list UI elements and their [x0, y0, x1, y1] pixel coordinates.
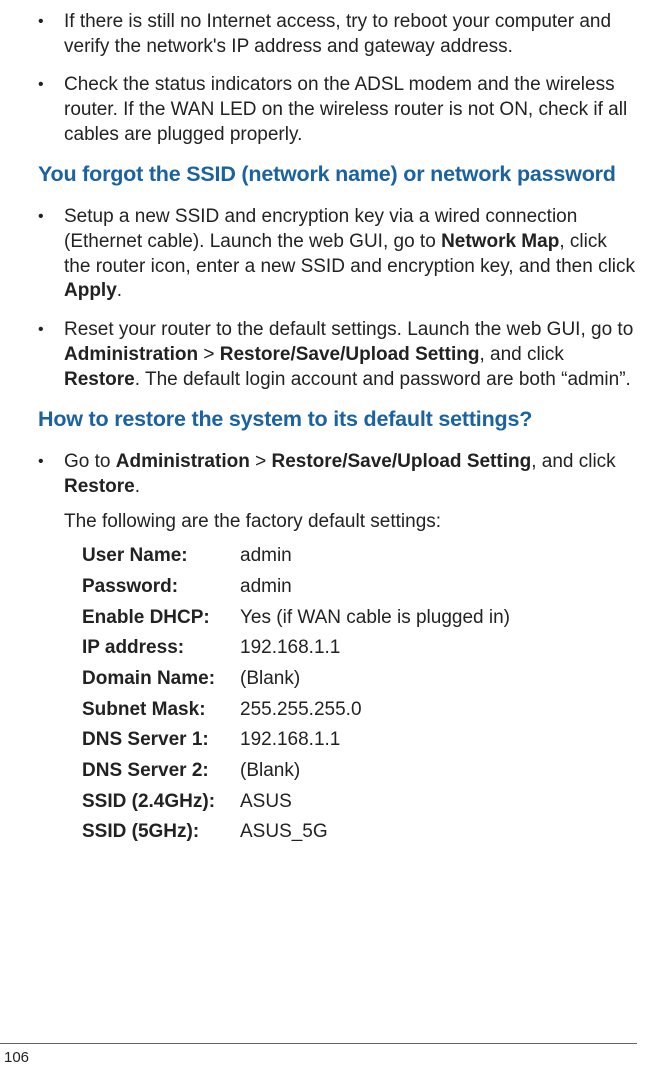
- text-part: Go to: [64, 451, 116, 472]
- setting-value: (Blank): [240, 759, 637, 784]
- setting-value: admin: [240, 544, 637, 569]
- text-part: , and click: [479, 344, 563, 365]
- table-row: DNS Server 2: (Blank): [82, 759, 637, 784]
- bullet-text: If there is still no Internet access, tr…: [64, 10, 637, 59]
- bullet-text: Go to Administration > Restore/Save/Uplo…: [64, 450, 637, 499]
- table-row: DNS Server 1: 192.168.1.1: [82, 728, 637, 753]
- text-part: >: [198, 344, 220, 365]
- setting-label: User Name:: [82, 544, 240, 569]
- list-item: • Reset your router to the default setti…: [38, 318, 637, 392]
- list-item: • Setup a new SSID and encryption key vi…: [38, 205, 637, 304]
- bold-text: Administration: [116, 451, 250, 472]
- setting-value: 255.255.255.0: [240, 698, 637, 723]
- table-row: Password: admin: [82, 575, 637, 600]
- bullet-text: Setup a new SSID and encryption key via …: [64, 205, 637, 304]
- setting-label: Domain Name:: [82, 667, 240, 692]
- section-heading-restore: How to restore the system to its default…: [38, 406, 637, 434]
- bold-text: Administration: [64, 344, 198, 365]
- bold-text: Restore: [64, 369, 135, 390]
- page-number: 106: [4, 1049, 29, 1066]
- text-part: , and click: [531, 451, 615, 472]
- setting-value: admin: [240, 575, 637, 600]
- section-heading-ssid: You forgot the SSID (network name) or ne…: [38, 161, 637, 189]
- bullet-icon: •: [38, 10, 64, 59]
- setting-label: Password:: [82, 575, 240, 600]
- table-row: SSID (2.4GHz): ASUS: [82, 790, 637, 815]
- setting-label: SSID (2.4GHz):: [82, 790, 240, 815]
- default-settings-table: User Name: admin Password: admin Enable …: [82, 544, 637, 845]
- setting-label: IP address:: [82, 636, 240, 661]
- page-footer: 106: [0, 1043, 637, 1068]
- ssid-bullets: • Setup a new SSID and encryption key vi…: [38, 205, 637, 392]
- bullet-text: Reset your router to the default setting…: [64, 318, 637, 392]
- setting-value: Yes (if WAN cable is plugged in): [240, 606, 637, 631]
- text-part: .: [135, 476, 140, 497]
- setting-label: Enable DHCP:: [82, 606, 240, 631]
- setting-label: SSID (5GHz):: [82, 820, 240, 845]
- setting-label: DNS Server 2:: [82, 759, 240, 784]
- bold-text: Restore/Save/Upload Setting: [271, 451, 531, 472]
- table-row: Subnet Mask: 255.255.255.0: [82, 698, 637, 723]
- bullet-text: Check the status indicators on the ADSL …: [64, 73, 637, 147]
- bold-text: Restore/Save/Upload Setting: [220, 344, 480, 365]
- text-part: .: [117, 280, 122, 301]
- list-item: • Go to Administration > Restore/Save/Up…: [38, 450, 637, 499]
- setting-value: ASUS: [240, 790, 637, 815]
- bullet-icon: •: [38, 450, 64, 499]
- table-row: User Name: admin: [82, 544, 637, 569]
- bullet-icon: •: [38, 318, 64, 392]
- restore-bullets: • Go to Administration > Restore/Save/Up…: [38, 450, 637, 499]
- bullet-icon: •: [38, 73, 64, 147]
- defaults-intro: The following are the factory default se…: [64, 510, 637, 535]
- bullet-icon: •: [38, 205, 64, 304]
- table-row: Enable DHCP: Yes (if WAN cable is plugge…: [82, 606, 637, 631]
- table-row: Domain Name: (Blank): [82, 667, 637, 692]
- table-row: SSID (5GHz): ASUS_5G: [82, 820, 637, 845]
- setting-label: Subnet Mask:: [82, 698, 240, 723]
- top-bullets: • If there is still no Internet access, …: [38, 10, 637, 147]
- text-part: Reset your router to the default setting…: [64, 319, 633, 340]
- text-part: >: [250, 451, 272, 472]
- text-part: . The default login account and password…: [135, 369, 631, 390]
- setting-label: DNS Server 1:: [82, 728, 240, 753]
- bold-text: Restore: [64, 476, 135, 497]
- setting-value: (Blank): [240, 667, 637, 692]
- list-item: • If there is still no Internet access, …: [38, 10, 637, 59]
- table-row: IP address: 192.168.1.1: [82, 636, 637, 661]
- setting-value: 192.168.1.1: [240, 636, 637, 661]
- setting-value: ASUS_5G: [240, 820, 637, 845]
- bold-text: Network Map: [441, 231, 559, 252]
- setting-value: 192.168.1.1: [240, 728, 637, 753]
- list-item: • Check the status indicators on the ADS…: [38, 73, 637, 147]
- bold-text: Apply: [64, 280, 117, 301]
